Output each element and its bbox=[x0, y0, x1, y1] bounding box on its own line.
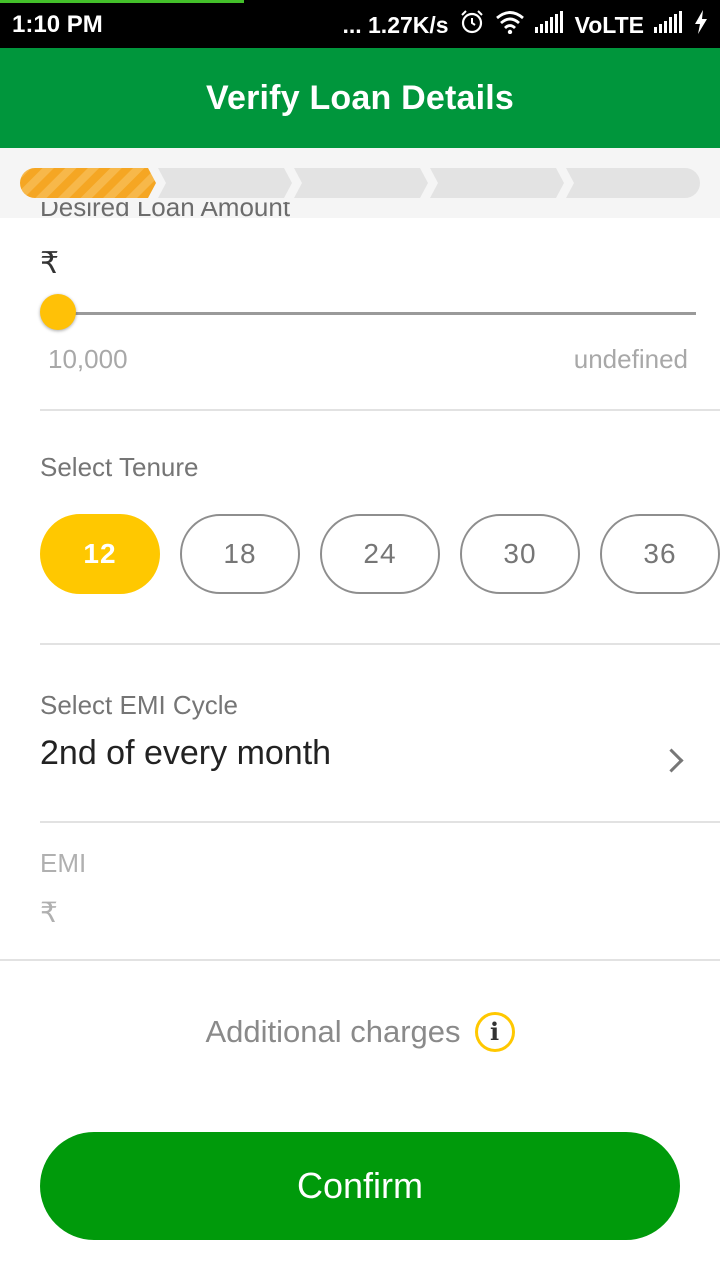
emi-cycle-value: 2nd of every month bbox=[40, 734, 332, 772]
app-bar: Verify Loan Details bbox=[0, 48, 720, 148]
stepper-step-3 bbox=[294, 168, 428, 198]
signal-icon bbox=[534, 11, 565, 39]
stepper-step-2 bbox=[158, 168, 292, 198]
tenure-label: Select Tenure bbox=[40, 452, 199, 482]
divider bbox=[0, 959, 720, 961]
additional-charges[interactable]: Additional charges i bbox=[0, 1012, 720, 1052]
loading-progress-bar bbox=[0, 0, 244, 3]
tenure-option-12[interactable]: 12 bbox=[40, 514, 160, 594]
emi-currency: ₹ bbox=[40, 897, 58, 928]
wifi-icon bbox=[495, 10, 525, 40]
tenure-option-18[interactable]: 18 bbox=[180, 514, 300, 594]
divider bbox=[40, 643, 720, 645]
slider-min-label: 10,000 bbox=[48, 344, 128, 374]
status-time: 1:10 PM bbox=[12, 11, 103, 38]
net-speed: ... 1.27K/s bbox=[342, 11, 449, 38]
tenure-option-24[interactable]: 24 bbox=[320, 514, 440, 594]
alarm-icon bbox=[459, 9, 485, 41]
loan-amount-label: Desired Loan Amount bbox=[40, 202, 291, 222]
emi-cycle-label: Select EMI Cycle bbox=[40, 690, 238, 720]
divider bbox=[40, 409, 720, 411]
loan-amount-slider-track[interactable] bbox=[60, 312, 696, 315]
page-title: Verify Loan Details bbox=[205, 79, 515, 117]
progress-stepper bbox=[20, 168, 700, 198]
status-bar: 1:10 PM ... 1.27K/s VoLTE bbox=[0, 0, 720, 48]
tenure-option-30[interactable]: 30 bbox=[460, 514, 580, 594]
confirm-button[interactable]: Confirm bbox=[40, 1132, 680, 1240]
stepper-step-1 bbox=[20, 168, 156, 198]
loan-amount-currency: ₹ bbox=[40, 247, 60, 280]
divider bbox=[40, 821, 720, 823]
signal-icon-2 bbox=[654, 11, 684, 39]
info-icon[interactable]: i bbox=[474, 1012, 515, 1052]
network-type: VoLTE bbox=[574, 11, 644, 38]
additional-charges-label: Additional charges bbox=[205, 1014, 461, 1049]
emi-cycle-selector[interactable]: Select EMI Cycle 2nd of every month bbox=[0, 648, 720, 818]
tenure-option-36[interactable]: 36 bbox=[600, 514, 720, 594]
charging-icon bbox=[694, 10, 708, 40]
emi-label: EMI bbox=[40, 848, 87, 878]
stepper-step-5 bbox=[566, 168, 700, 198]
status-icons: ... 1.27K/s VoLTE bbox=[342, 9, 708, 41]
tenure-options: 12 18 24 30 36 bbox=[40, 514, 720, 594]
stepper-step-4 bbox=[430, 168, 564, 198]
chevron-right-icon bbox=[659, 748, 684, 773]
loan-amount-slider-thumb[interactable] bbox=[40, 294, 76, 330]
slider-max-label: undefined bbox=[573, 344, 688, 374]
